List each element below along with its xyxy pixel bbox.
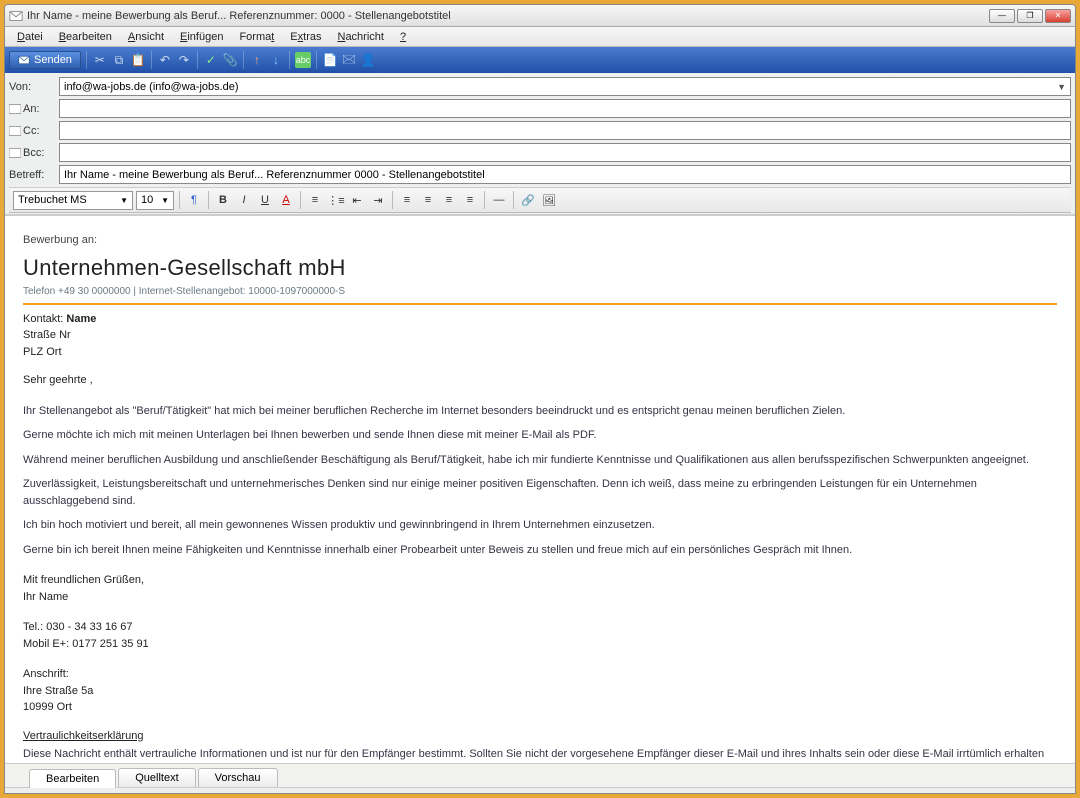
menu-help[interactable]: ? (392, 29, 414, 45)
image-icon[interactable]: 🖼 (540, 191, 558, 209)
underline-icon[interactable]: U (256, 191, 274, 209)
titlebar-text: Ihr Name - meine Bewerbung als Beruf... … (27, 10, 989, 22)
outdent-icon[interactable]: ⇤ (348, 191, 366, 209)
anschrift2: 10999 Ort (23, 699, 1057, 716)
menu-nachricht[interactable]: Nachricht (329, 29, 391, 45)
menubar: Datei Bearbeiten Ansicht Einfügen Format… (5, 27, 1075, 47)
tab-vorschau[interactable]: Vorschau (198, 768, 278, 787)
cc-label[interactable]: Cc: (9, 125, 53, 137)
cc-input[interactable] (59, 121, 1071, 140)
send-button[interactable]: Senden (9, 51, 81, 69)
align-left-icon[interactable]: ≡ (398, 191, 416, 209)
list-bullet-icon[interactable]: ⋮≡ (327, 191, 345, 209)
minimize-button[interactable]: — (989, 9, 1015, 23)
divider (23, 303, 1057, 305)
main-toolbar: Senden ✂ ⧉ 📋 ↶ ↷ ✓ 📎 ↑ ↓ abc 📄 🖂 👤 (5, 47, 1075, 73)
message-body[interactable]: Bewerbung an: Unternehmen-Gesellschaft m… (5, 215, 1075, 763)
from-label: Von: (9, 81, 53, 93)
tab-bearbeiten[interactable]: Bearbeiten (29, 769, 116, 788)
company-name: Unternehmen-Gesellschaft mbH (23, 251, 1057, 284)
paste-icon[interactable]: 📋 (130, 52, 146, 68)
paragraph-icon[interactable]: ¶ (185, 191, 203, 209)
menu-einfuegen[interactable]: Einfügen (172, 29, 231, 45)
color-icon[interactable]: A (277, 191, 295, 209)
align-right-icon[interactable]: ≡ (440, 191, 458, 209)
para6: Gerne bin ich bereit Ihnen meine Fähigke… (23, 542, 1057, 559)
company-sub: Telefon +49 30 0000000 | Internet-Stelle… (23, 284, 1057, 299)
size-select[interactable]: 10▼ (136, 191, 174, 210)
spell-icon[interactable]: abc (295, 52, 311, 68)
indent-icon[interactable]: ⇥ (369, 191, 387, 209)
subject-input[interactable] (59, 165, 1071, 184)
sign-icon[interactable]: 📄 (322, 52, 338, 68)
para3: Während meiner beruflichen Ausbildung un… (23, 452, 1057, 469)
to-label[interactable]: An: (9, 103, 53, 115)
menu-datei[interactable]: Datei (9, 29, 51, 45)
titlebar: Ihr Name - meine Bewerbung als Beruf... … (5, 5, 1075, 27)
hr-icon[interactable]: — (490, 191, 508, 209)
anschrift-label: Anschrift: (23, 666, 1057, 683)
anschrift1: Ihre Straße 5a (23, 683, 1057, 700)
plz: PLZ Ort (23, 344, 1057, 361)
maximize-button[interactable]: ❐ (1017, 9, 1043, 23)
align-center-icon[interactable]: ≡ (419, 191, 437, 209)
subject-label: Betreff: (9, 169, 53, 181)
attach-icon[interactable]: 📎 (222, 52, 238, 68)
chevron-down-icon: ▼ (1057, 82, 1066, 92)
send-icon (18, 54, 30, 66)
send-label: Senden (34, 54, 72, 66)
tel: Tel.: 030 - 34 33 16 67 (23, 619, 1057, 636)
mobil: Mobil E+: 0177 251 35 91 (23, 636, 1057, 653)
tab-quelltext[interactable]: Quelltext (118, 768, 195, 787)
list-num-icon[interactable]: ≡ (306, 191, 324, 209)
gruss2: Ihr Name (23, 589, 1057, 606)
conf-de: Diese Nachricht enthält vertrauliche Inf… (23, 746, 1057, 763)
bottom-tabs: Bearbeiten Quelltext Vorschau (5, 763, 1075, 787)
app-icon (9, 9, 23, 23)
font-select[interactable]: Trebuchet MS▼ (13, 191, 133, 210)
para1: Ihr Stellenangebot als "Beruf/Tätigkeit"… (23, 403, 1057, 420)
redo-icon[interactable]: ↷ (176, 52, 192, 68)
bold-icon[interactable]: B (214, 191, 232, 209)
format-toolbar: Trebuchet MS▼ 10▼ ¶ B I U A ≡ ⋮≡ ⇤ ⇥ ≡ ≡… (9, 187, 1071, 213)
to-input[interactable] (59, 99, 1071, 118)
cut-icon[interactable]: ✂ (92, 52, 108, 68)
copy-icon[interactable]: ⧉ (111, 52, 127, 68)
menu-bearbeiten[interactable]: Bearbeiten (51, 29, 120, 45)
gruss1: Mit freundlichen Grüßen, (23, 572, 1057, 589)
check-icon[interactable]: ✓ (203, 52, 219, 68)
bcc-input[interactable] (59, 143, 1071, 162)
menu-ansicht[interactable]: Ansicht (120, 29, 172, 45)
para5: Ich bin hoch motiviert und bereit, all m… (23, 517, 1057, 534)
headers-panel: Von: info@wa-jobs.de (info@wa-jobs.de) ▼… (5, 73, 1075, 215)
undo-icon[interactable]: ↶ (157, 52, 173, 68)
link-icon[interactable]: 🔗 (519, 191, 537, 209)
menu-format[interactable]: Format (231, 29, 282, 45)
strasse: Straße Nr (23, 327, 1057, 344)
anrede: Sehr geehrte , (23, 372, 1057, 389)
conf-title: Vertraulichkeitserklärung (23, 728, 1057, 745)
para2: Gerne möchte ich mich mit meinen Unterla… (23, 427, 1057, 444)
bewerbung-an: Bewerbung an: (23, 232, 1057, 249)
contacts-icon[interactable]: 👤 (360, 52, 376, 68)
window: Ihr Name - meine Bewerbung als Beruf... … (4, 4, 1076, 794)
close-button[interactable]: ✕ (1045, 9, 1071, 23)
kontakt-line: Kontakt: Name (23, 311, 1057, 328)
bcc-label[interactable]: Bcc: (9, 147, 53, 159)
align-justify-icon[interactable]: ≡ (461, 191, 479, 209)
encrypt-icon[interactable]: 🖂 (341, 52, 357, 68)
from-select[interactable]: info@wa-jobs.de (info@wa-jobs.de) ▼ (59, 77, 1071, 96)
statusbar (5, 787, 1075, 793)
italic-icon[interactable]: I (235, 191, 253, 209)
menu-extras[interactable]: Extras (282, 29, 329, 45)
para4: Zuverlässigkeit, Leistungsbereitschaft u… (23, 476, 1057, 509)
priority-icon[interactable]: ↑ (249, 52, 265, 68)
from-value: info@wa-jobs.de (info@wa-jobs.de) (64, 81, 239, 93)
priority-low-icon[interactable]: ↓ (268, 52, 284, 68)
